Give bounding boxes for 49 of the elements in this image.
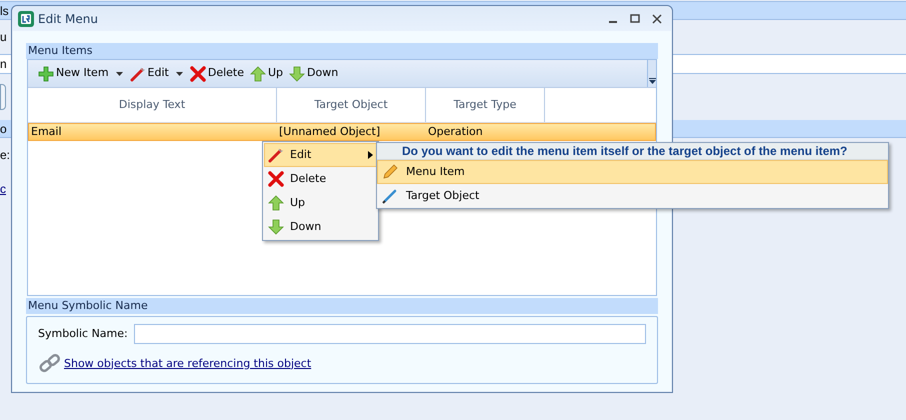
menu-item[interactable]: Menu Item (377, 160, 888, 184)
wand-icon (130, 66, 146, 82)
up-arrow-icon (268, 195, 284, 211)
window-title: Edit Menu (38, 10, 98, 28)
background-text: o (0, 122, 7, 134)
down-arrow-icon (289, 66, 306, 82)
app-logo-icon (18, 10, 34, 26)
close-icon[interactable] (652, 14, 662, 24)
table-cell-text: Operation (427, 124, 484, 140)
symbolic-name-field[interactable] (134, 324, 646, 344)
section-header: Menu Symbolic Name (26, 298, 658, 314)
background-text: n (0, 58, 7, 70)
background-button[interactable] (0, 84, 6, 110)
delete-icon (190, 66, 206, 82)
toolbar-button[interactable]: New Item (38, 65, 126, 82)
column-header[interactable]: Target Type (426, 88, 545, 122)
background-text: e: (0, 149, 10, 161)
menu-item[interactable]: Up (264, 191, 377, 215)
menu-item[interactable]: Down (264, 215, 377, 239)
pencil-icon (382, 164, 398, 180)
maximize-icon[interactable] (630, 14, 640, 24)
field-label: Symbolic Name: (38, 326, 129, 342)
down-arrow-icon (268, 219, 284, 235)
menu-item[interactable]: Delete (264, 167, 377, 191)
background-link[interactable]: c (0, 183, 6, 195)
toolbar-button[interactable]: Up (250, 65, 286, 82)
table-cell-text: Email (30, 124, 63, 140)
background-text: u (0, 31, 7, 43)
chain-link-icon (38, 353, 62, 375)
background-text: ls (0, 4, 9, 16)
delete-icon (268, 171, 284, 187)
toolbar-button[interactable]: Delete (190, 65, 246, 82)
table-cell-text: [Unnamed Object] (278, 124, 382, 140)
referencing-objects-link[interactable]: Show objects that are referencing this object (64, 356, 312, 372)
brush-icon (382, 188, 398, 204)
up-arrow-icon (250, 66, 266, 82)
menu-item[interactable]: Target Object (377, 184, 888, 208)
table-row[interactable]: Email [Unnamed Object] Operation (28, 123, 656, 141)
section-header: Menu Items (26, 43, 658, 59)
wand-icon (268, 147, 284, 163)
toolbar-button[interactable]: Edit (130, 65, 186, 82)
column-header[interactable]: Display Text (28, 88, 277, 122)
toolbar-button[interactable]: Down (289, 65, 340, 82)
submenu-prompt: Do you want to edit the menu item itself or the target object of the menu item? (377, 143, 888, 160)
overflow-button[interactable] (647, 60, 656, 87)
overflow-caret-icon (648, 78, 656, 84)
menu-item[interactable]: Edit (264, 143, 377, 167)
column-header[interactable]: Target Object (277, 88, 426, 122)
plus-icon (38, 66, 54, 82)
